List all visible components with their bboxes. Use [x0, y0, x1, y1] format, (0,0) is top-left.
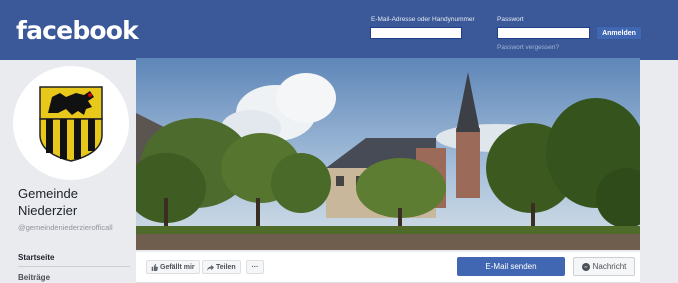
send-email-button[interactable]: E-Mail senden	[457, 257, 565, 276]
password-input[interactable]	[497, 27, 590, 39]
cover-photo[interactable]	[136, 58, 640, 250]
sidebar-divider	[18, 266, 130, 267]
message-label: Nachricht	[592, 262, 627, 271]
top-bar: facebook E-Mail-Adresse oder Handynummer…	[0, 0, 678, 60]
password-label: Passwort	[497, 16, 524, 23]
like-label: Gefällt mir	[160, 263, 195, 271]
email-input[interactable]	[370, 27, 462, 39]
like-button[interactable]: Gefällt mir	[146, 260, 200, 274]
share-label: Teilen	[216, 263, 236, 271]
page-handle[interactable]: @gemeindeniederzierofficall	[18, 223, 133, 232]
share-arrow-icon	[207, 264, 214, 271]
login-button[interactable]: Anmelden	[596, 26, 642, 40]
messenger-icon	[581, 262, 590, 271]
sidebar-item-startseite[interactable]: Startseite	[18, 253, 130, 262]
page-action-bar: Gefällt mir Teilen ··· E-Mail senden Nac…	[136, 252, 640, 283]
forgot-password-link[interactable]: Passwort vergessen?	[497, 44, 559, 51]
message-button[interactable]: Nachricht	[573, 257, 635, 276]
thumbs-up-icon	[151, 263, 158, 271]
email-label: E-Mail-Adresse oder Handynummer	[371, 16, 475, 23]
share-button[interactable]: Teilen	[202, 260, 241, 274]
sidebar-item-beitraege[interactable]: Beiträge	[18, 273, 130, 282]
facebook-logo[interactable]: facebook	[16, 16, 139, 45]
coat-of-arms-icon	[39, 86, 103, 162]
profile-picture[interactable]	[13, 66, 129, 180]
page-title: Gemeinde Niederzier	[18, 186, 78, 218]
more-options-button[interactable]: ···	[246, 260, 264, 274]
